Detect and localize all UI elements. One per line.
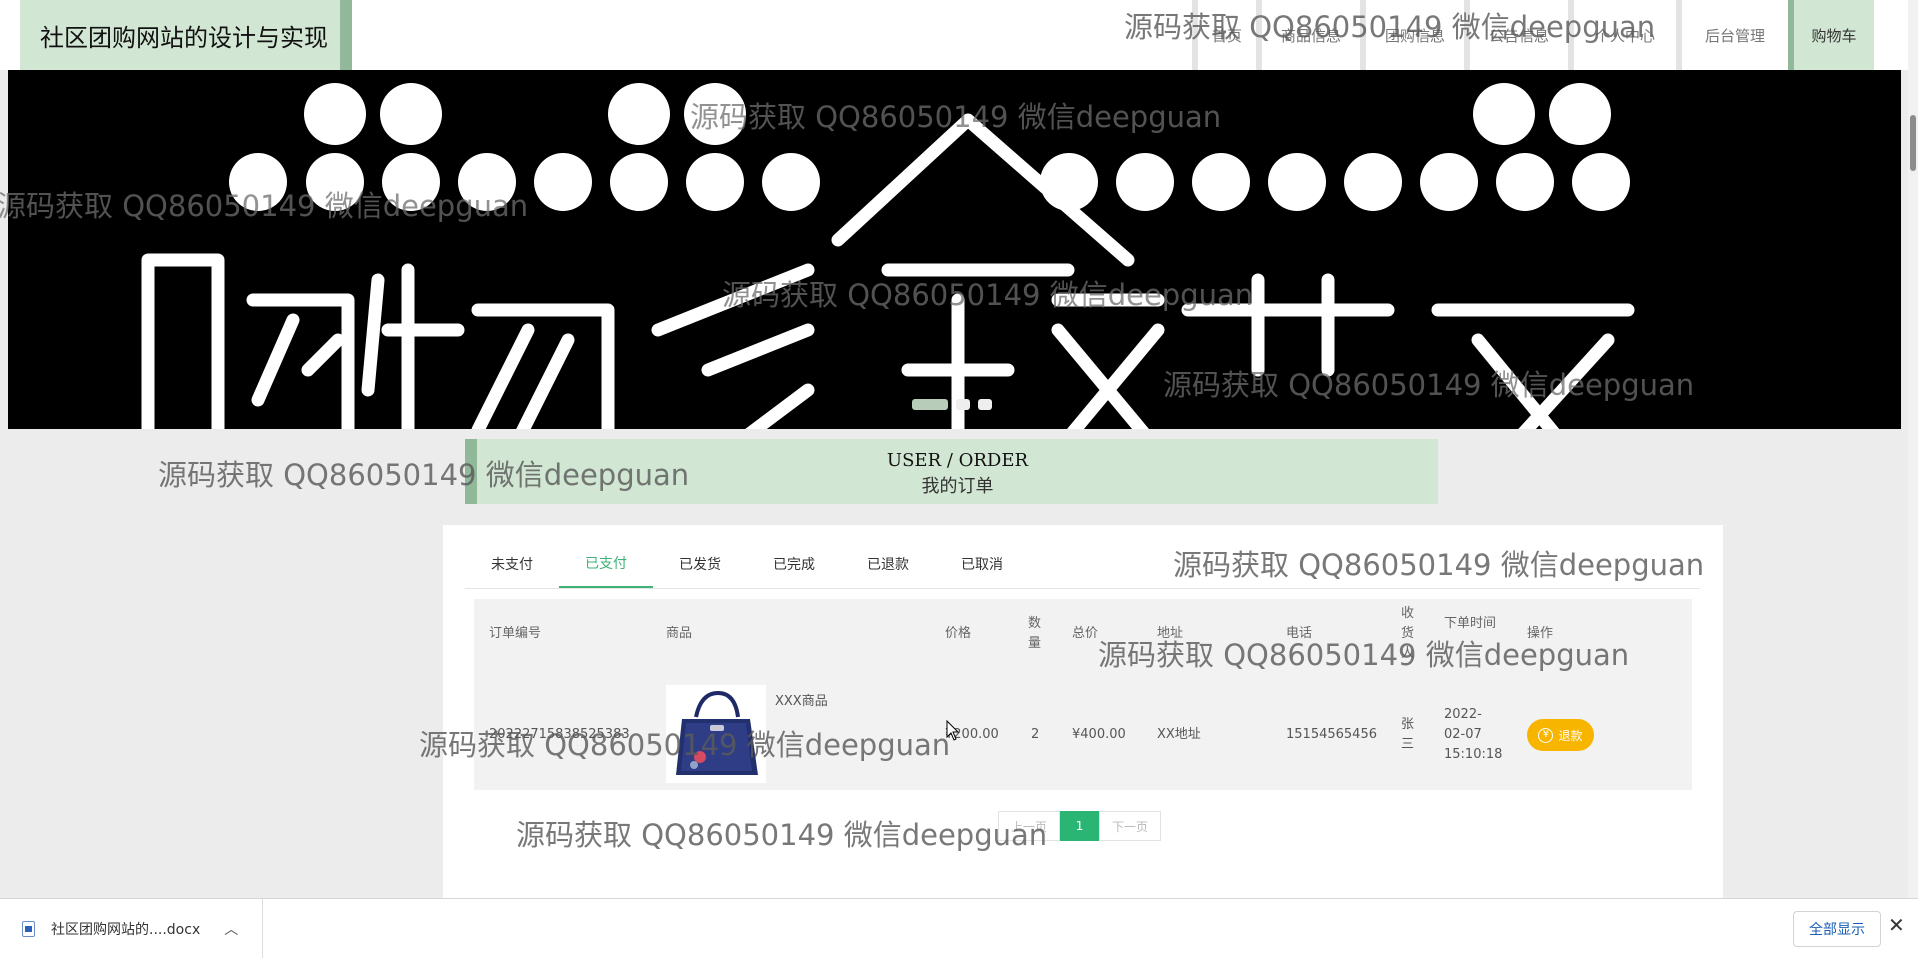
prev-page-button[interactable]: 上一页 bbox=[998, 811, 1061, 841]
nav-notices[interactable]: 公告信息 bbox=[1464, 0, 1568, 70]
download-item[interactable]: 社区团购网站的....docx ︿ bbox=[0, 899, 263, 958]
banner-carousel[interactable] bbox=[8, 70, 1901, 429]
order-no: 20222715838525383 bbox=[489, 727, 630, 742]
section-title-en: USER / ORDER bbox=[886, 450, 1029, 471]
address: XX地址 bbox=[1157, 727, 1201, 742]
nav-products[interactable]: 商品信息 bbox=[1256, 0, 1360, 70]
nav-group-buy[interactable]: 团购信息 bbox=[1360, 0, 1464, 70]
col-product: 商品 bbox=[666, 626, 693, 641]
carousel-dot-2[interactable] bbox=[956, 399, 970, 410]
main-nav: 首页 商品信息 团购信息 公告信息 个人中心 后台管理 购物车 bbox=[1192, 0, 1874, 70]
refund-label: 退款 bbox=[1558, 728, 1583, 743]
docx-file-icon bbox=[22, 920, 35, 937]
show-all-button[interactable]: 全部显示 bbox=[1793, 911, 1881, 947]
order-time: 2022-02-07 15:10:18 bbox=[1444, 707, 1503, 762]
close-icon[interactable]: ✕ bbox=[1888, 913, 1905, 937]
product-image[interactable] bbox=[666, 685, 766, 783]
tab-completed[interactable]: 已完成 bbox=[747, 539, 841, 588]
phone: 15154565456 bbox=[1286, 727, 1377, 742]
col-action: 操作 bbox=[1527, 626, 1554, 641]
chevron-up-icon[interactable]: ︿ bbox=[224, 919, 238, 939]
page-scrollbar[interactable] bbox=[1908, 0, 1918, 898]
download-bar: 社区团购网站的....docx ︿ 全部显示 ✕ bbox=[0, 898, 1918, 958]
quantity: 2 bbox=[1031, 727, 1040, 742]
scrollbar-thumb[interactable] bbox=[1910, 115, 1916, 171]
col-total: 总价 bbox=[1072, 626, 1099, 641]
tab-paid[interactable]: 已支付 bbox=[559, 539, 653, 588]
section-title-cn: 我的订单 bbox=[921, 476, 994, 497]
next-page-button[interactable]: 下一页 bbox=[1099, 811, 1162, 841]
banner-graphic bbox=[141, 83, 1635, 429]
tab-cancelled[interactable]: 已取消 bbox=[935, 539, 1029, 588]
mouse-cursor-icon bbox=[946, 720, 960, 741]
col-receiver: 收货人 bbox=[1401, 606, 1415, 661]
orders-table: 订单编号 商品 价格 数量 总价 地址 电话 收货人 下单时间 操作 20222… bbox=[474, 599, 1692, 790]
handbag-image bbox=[666, 685, 766, 783]
section-title: USER / ORDER 我的订单 bbox=[465, 439, 1438, 504]
col-address: 地址 bbox=[1157, 626, 1184, 641]
yen-icon: ¥ bbox=[1538, 727, 1554, 743]
receiver: 张三 bbox=[1401, 717, 1415, 752]
nav-admin[interactable]: 后台管理 bbox=[1676, 0, 1788, 70]
tab-refunded[interactable]: 已退款 bbox=[841, 539, 935, 588]
nav-user-center[interactable]: 个人中心 bbox=[1568, 0, 1676, 70]
site-header: 社区团购网站的设计与实现 首页 商品信息 团购信息 公告信息 个人中心 后台管理… bbox=[0, 0, 1908, 70]
download-file-name[interactable]: 社区团购网站的....docx bbox=[51, 919, 200, 939]
orders-panel: 未支付 已支付 已发货 已完成 已退款 已取消 订单编号 商品 价格 数量 总价… bbox=[443, 525, 1723, 901]
tab-unpaid[interactable]: 未支付 bbox=[465, 539, 559, 588]
refund-button[interactable]: ¥ 退款 bbox=[1527, 719, 1594, 751]
nav-cart[interactable]: 购物车 bbox=[1788, 0, 1874, 70]
product-name[interactable]: XXX商品 bbox=[775, 692, 828, 712]
page-1-button[interactable]: 1 bbox=[1060, 811, 1100, 841]
carousel-dots bbox=[912, 399, 992, 410]
nav-home[interactable]: 首页 bbox=[1192, 0, 1256, 70]
col-phone: 电话 bbox=[1286, 626, 1313, 641]
col-qty: 数量 bbox=[1028, 616, 1042, 651]
carousel-dot-3[interactable] bbox=[978, 399, 992, 410]
site-title[interactable]: 社区团购网站的设计与实现 bbox=[20, 0, 352, 70]
carousel-dot-1[interactable] bbox=[912, 399, 948, 410]
total-price: ¥400.00 bbox=[1072, 727, 1126, 742]
order-status-tabs: 未支付 已支付 已发货 已完成 已退款 已取消 bbox=[465, 539, 1700, 589]
pagination: 上一页 1 下一页 bbox=[998, 811, 1162, 841]
col-order-no: 订单编号 bbox=[489, 626, 542, 641]
tab-shipped[interactable]: 已发货 bbox=[653, 539, 747, 588]
col-price: 价格 bbox=[945, 626, 972, 641]
col-time: 下单时间 bbox=[1444, 616, 1497, 631]
